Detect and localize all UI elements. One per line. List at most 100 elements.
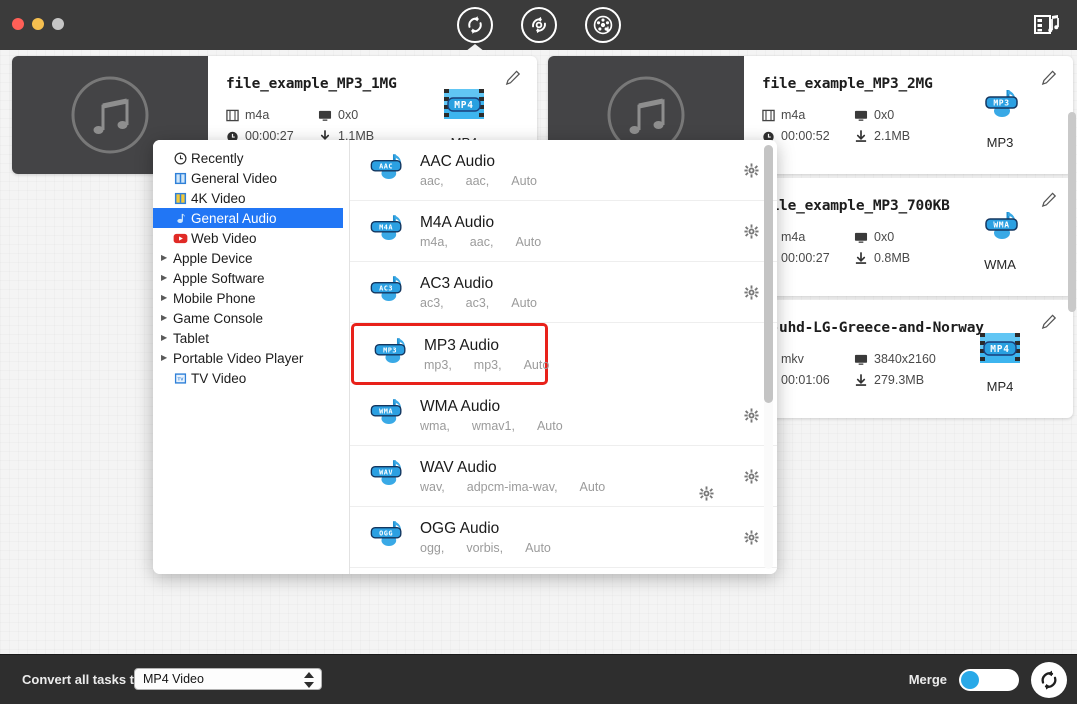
container-value: m4a <box>781 108 805 122</box>
expand-arrow-icon: ▶ <box>161 254 171 262</box>
format-row-ogg[interactable]: OGG OGG Audio ogg, vorbis, Auto <box>350 507 777 568</box>
sidebar-item-apple-device[interactable]: ▶ Apple Device <box>153 248 349 268</box>
duration-value: 00:01:06 <box>781 373 830 387</box>
sidebar-item-web-video[interactable]: Web Video <box>153 228 349 248</box>
sidebar-item-mobile-phone[interactable]: ▶ Mobile Phone <box>153 288 349 308</box>
format-codec: mp3, <box>474 358 502 372</box>
monitor-icon <box>854 231 868 244</box>
format-subtitle: wav, adpcm-ima-wav, Auto <box>420 480 725 494</box>
tab-downloader[interactable] <box>585 7 621 43</box>
sidebar-item-apple-software[interactable]: ▶ Apple Software <box>153 268 349 288</box>
format-codec: aac, <box>466 174 490 188</box>
bottom-toolbar: Convert all tasks to MP4 Video Merge <box>0 654 1077 704</box>
format-row-wav[interactable]: WAV WAV Audio wav, adpcm-ima-wav, Auto <box>350 446 777 507</box>
mp3-format-icon: MP3 <box>975 84 1025 126</box>
format-subtitle: ac3, ac3, Auto <box>420 296 725 310</box>
output-format[interactable]: MP4 MP4 <box>961 328 1039 394</box>
edit-name-icon[interactable] <box>505 70 521 91</box>
sidebar-item-label: Game Console <box>173 311 263 326</box>
format-badge-text: WMA <box>379 407 393 415</box>
output-format[interactable]: MP3 MP3 <box>961 84 1039 150</box>
ogg-format-icon: OGG <box>364 515 414 560</box>
sidebar-item-recently[interactable]: Recently <box>153 148 349 168</box>
expand-arrow-icon: ▶ <box>161 294 171 302</box>
convert-icon <box>1037 668 1061 692</box>
sidebar-item-general-audio[interactable]: General Audio <box>153 208 343 228</box>
downloader-icon <box>592 14 614 36</box>
format-list-scrollbar-thumb[interactable] <box>764 145 773 403</box>
container-meta: m4a <box>226 108 318 122</box>
monitor-icon <box>318 109 332 122</box>
format-quality: Auto <box>511 174 537 188</box>
edit-name-icon[interactable] <box>1041 70 1057 91</box>
format-quality: Auto <box>525 541 551 555</box>
format-ext: ogg, <box>420 541 444 555</box>
size-value: 2.1MB <box>874 129 910 143</box>
close-button[interactable] <box>12 18 24 30</box>
sidebar-item-label: 4K Video <box>191 191 246 206</box>
pencil-glyph <box>1041 70 1057 86</box>
format-list-scrollbar[interactable] <box>764 145 773 569</box>
format-ext: aac, <box>420 174 444 188</box>
format-row-wma[interactable]: WMA WMA Audio wma, wmav1, Auto <box>350 385 777 446</box>
mp4-format-icon: MP4 <box>975 328 1025 370</box>
merge-label: Merge <box>909 672 947 687</box>
format-codec: ac3, <box>466 296 490 310</box>
format-title: AC3 Audio <box>420 275 725 293</box>
music-note-icon <box>63 68 157 162</box>
format-row-m4a[interactable]: M4A M4A Audio m4a, aac, Auto <box>350 201 777 262</box>
window-controls <box>12 18 64 30</box>
format-quality: Auto <box>515 235 541 249</box>
wma-badge-text: WMA <box>993 221 1009 230</box>
output-format[interactable]: WMA WMA <box>961 206 1039 272</box>
format-row-aac[interactable]: AAC AAC Audio aac, aac, Auto <box>350 140 777 201</box>
sidebar-item-portable-video-player[interactable]: ▶ Portable Video Player <box>153 348 349 368</box>
wav-format-icon: WAV <box>364 454 414 499</box>
tab-converter[interactable] <box>457 7 493 43</box>
monitor-icon <box>854 109 868 122</box>
format-title: WAV Audio <box>420 459 725 477</box>
convert-button[interactable] <box>1031 662 1067 698</box>
merge-toggle[interactable] <box>959 669 1019 691</box>
mp4-format-icon: MP4 <box>439 84 489 126</box>
edit-name-icon[interactable] <box>1041 314 1057 335</box>
film-blue-icon <box>171 172 189 185</box>
tab-ripper[interactable] <box>521 7 557 43</box>
sidebar-item-tablet[interactable]: ▶ Tablet <box>153 328 349 348</box>
sidebar-item-game-console[interactable]: ▶ Game Console <box>153 308 349 328</box>
sidebar-item-4k-video[interactable]: 4K Video <box>153 188 349 208</box>
output-format-label: MP4 <box>961 379 1039 394</box>
maximize-button[interactable] <box>52 18 64 30</box>
aac-format-icon: AAC <box>364 148 414 193</box>
audio-note-icon <box>171 212 189 225</box>
file-list-scrollbar[interactable] <box>1068 112 1076 640</box>
edit-name-icon[interactable] <box>1041 192 1057 213</box>
file-list-scrollbar-thumb[interactable] <box>1068 112 1076 312</box>
wma-format-icon: WMA <box>975 206 1025 248</box>
format-title: AAC Audio <box>420 153 725 171</box>
toolbox-icon[interactable] <box>1033 12 1061 38</box>
convert-all-select[interactable]: MP4 Video <box>134 668 322 690</box>
resolution-value: 0x0 <box>874 108 894 122</box>
format-row-mp3[interactable]: MP3 MP3 Audio mp3, mp3, Auto <box>351 323 548 385</box>
tv-icon: TV <box>171 372 189 385</box>
toolbox-glyph <box>1033 12 1061 38</box>
mp4-badge-text: MP4 <box>990 344 1010 355</box>
resolution-value: 0x0 <box>874 230 894 244</box>
format-text: AAC Audio aac, aac, Auto <box>414 153 725 188</box>
container-value: m4a <box>245 108 269 122</box>
stepper-down-icon <box>304 682 314 688</box>
format-text: AC3 Audio ac3, ac3, Auto <box>414 275 725 310</box>
format-dropdown-panel: Recently General Video 4K Video <box>153 140 777 574</box>
expand-arrow-icon: ▶ <box>161 354 171 362</box>
ripper-icon <box>528 14 550 36</box>
minimize-button[interactable] <box>32 18 44 30</box>
stepper-arrows-icon <box>303 672 315 688</box>
sidebar-item-tv-video[interactable]: TV TV Video <box>153 368 349 388</box>
merge-toggle-knob <box>961 671 979 689</box>
download-icon <box>854 252 868 265</box>
format-row-ac3[interactable]: AC3 AC3 Audio ac3, ac3, Auto <box>350 262 777 323</box>
expand-arrow-icon: ▶ <box>161 314 171 322</box>
format-quality: Auto <box>537 419 563 433</box>
sidebar-item-general-video[interactable]: General Video <box>153 168 349 188</box>
